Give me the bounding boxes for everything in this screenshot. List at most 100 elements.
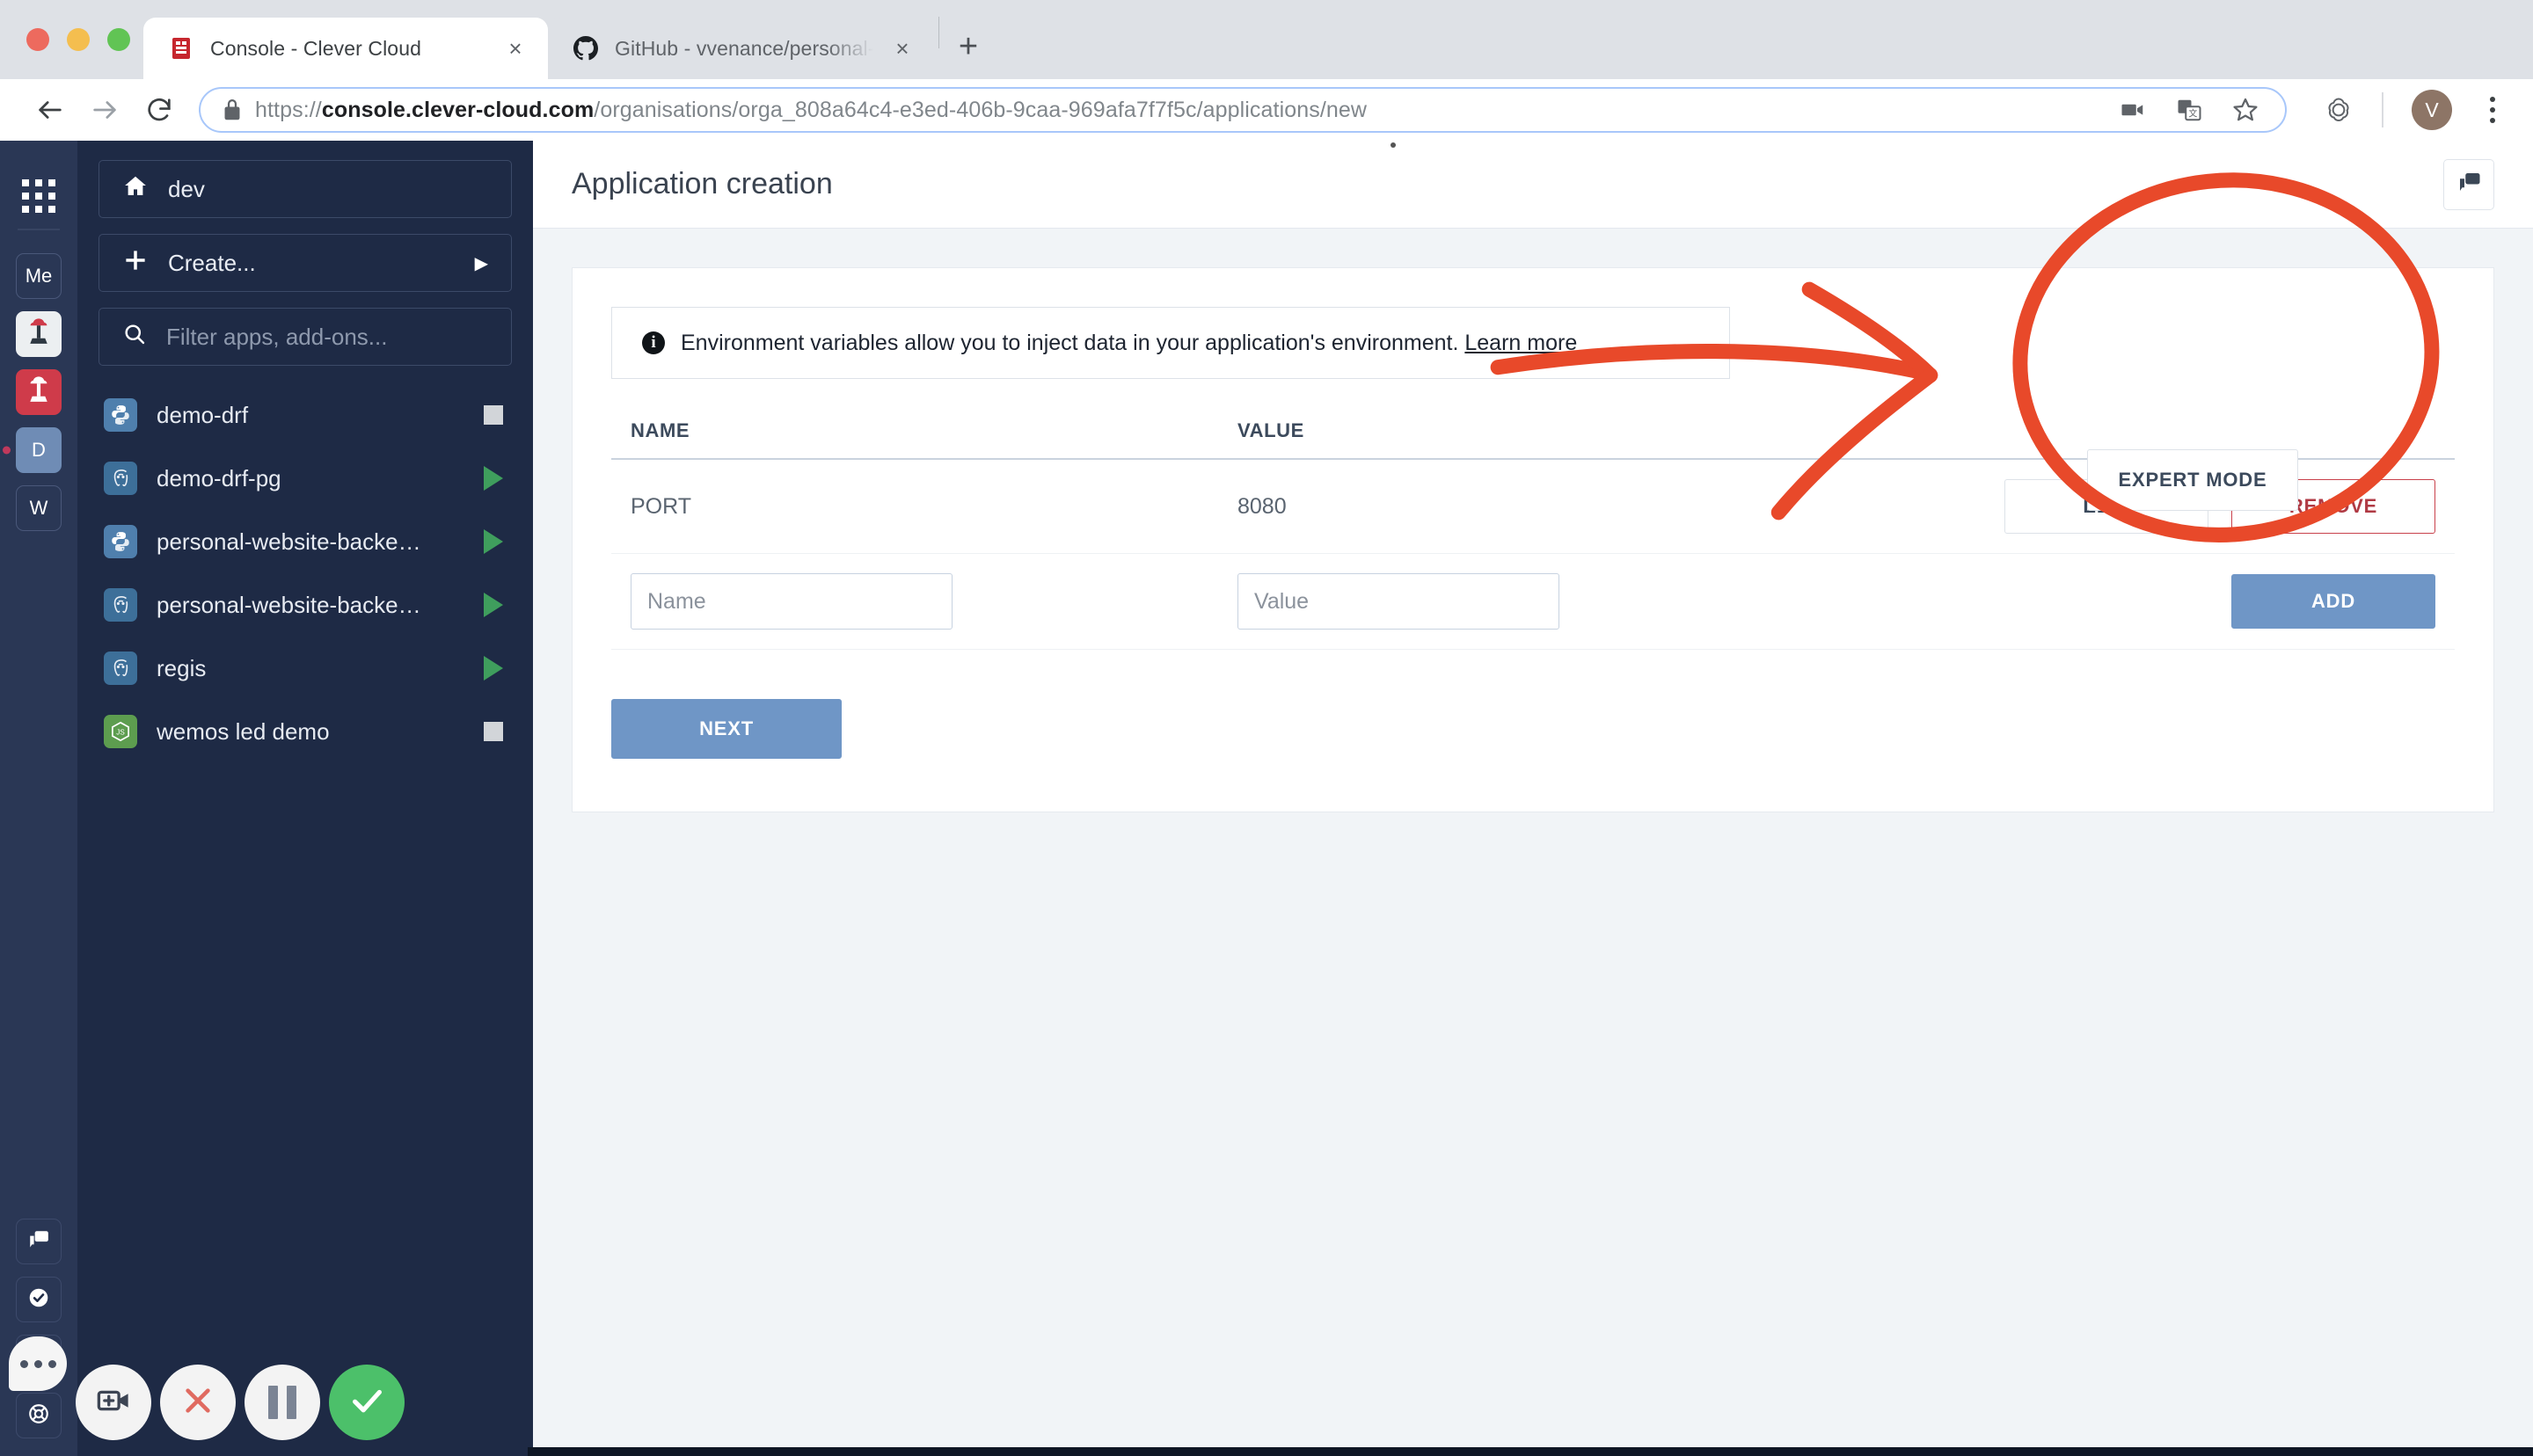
support-chat-button[interactable] [2443, 158, 2494, 210]
new-env-value-input[interactable]: Value [1237, 573, 1559, 630]
env-var-value: 8080 [1237, 493, 1287, 519]
rail-status-button[interactable] [16, 1277, 62, 1322]
active-indicator-dot [3, 446, 11, 455]
next-button[interactable]: NEXT [611, 699, 842, 759]
reload-button[interactable] [132, 83, 186, 137]
sidebar-create-button[interactable]: Create... ▶ [99, 234, 512, 292]
rail-me-button[interactable]: Me [16, 253, 62, 299]
info-icon: i [642, 331, 665, 354]
add-button[interactable]: ADD [2231, 574, 2435, 629]
omnibox-actions: 文 [2118, 95, 2269, 125]
avatar[interactable]: V [2412, 90, 2452, 130]
check-circle-icon [27, 1286, 50, 1314]
list-item[interactable]: personal-website-backe… [99, 573, 512, 637]
horizontal-scrollbar[interactable] [528, 1447, 2533, 1456]
clever-cloud-logo-icon [26, 375, 52, 410]
learn-more-link[interactable]: Learn more [1464, 331, 1577, 355]
list-item[interactable]: JS wemos led demo [99, 700, 512, 763]
close-icon [179, 1382, 216, 1423]
info-banner-text: Environment variables allow you to injec… [681, 331, 1577, 356]
table-new-row: Name Value ADD [611, 554, 2455, 650]
browser-extensions: V [2304, 90, 2510, 130]
chevron-right-icon: ▶ [474, 253, 488, 273]
apps-grid-icon[interactable] [22, 179, 55, 213]
sidebar-app-name: wemos led demo [157, 717, 330, 745]
recording-confirm-button[interactable] [329, 1365, 405, 1440]
header-nub [1391, 142, 1396, 148]
close-window-button[interactable] [26, 28, 49, 51]
recording-more-button[interactable] [9, 1336, 67, 1391]
rail-divider [18, 229, 60, 230]
browser-tab-console[interactable]: Console - Clever Cloud × [143, 18, 548, 79]
recording-add-clip-button[interactable] [76, 1365, 151, 1440]
pause-icon [268, 1386, 296, 1419]
close-icon[interactable]: × [502, 37, 529, 60]
openai-extension-icon[interactable] [2324, 95, 2354, 125]
main-content: Application creation i Environment varia… [533, 141, 2533, 1456]
translate-icon[interactable]: 文 [2174, 95, 2204, 125]
list-item[interactable]: personal-website-backe… [99, 510, 512, 573]
content-header: Application creation [533, 141, 2533, 229]
sidebar-app-name: demo-drf-pg [157, 464, 281, 491]
recording-pause-button[interactable] [245, 1365, 320, 1440]
url-text: https://console.clever-cloud.com/organis… [255, 97, 1368, 122]
content-body: i Environment variables allow you to inj… [533, 229, 2533, 1456]
minimize-window-button[interactable] [67, 28, 90, 51]
new-env-name-input[interactable]: Name [631, 573, 953, 630]
rail-item-label: W [29, 497, 48, 519]
organisation-rail: Me D W [0, 141, 77, 1456]
chat-icon [27, 1228, 50, 1256]
back-button[interactable] [23, 83, 77, 137]
rail-support-button[interactable] [16, 1393, 62, 1438]
address-bar[interactable]: https://console.clever-cloud.com/organis… [199, 87, 2287, 133]
browser-tab-github[interactable]: GitHub - vvenance/personal-w × [548, 18, 935, 79]
check-icon [347, 1380, 387, 1425]
status-stopped-icon [480, 722, 507, 741]
browser-menu-button[interactable] [2475, 97, 2510, 123]
tab-strip: Console - Clever Cloud × GitHub - vvenan… [0, 0, 2533, 79]
clever-cloud-logo-icon [26, 317, 52, 352]
rail-org-red-button[interactable] [16, 369, 62, 415]
forward-button[interactable] [77, 83, 132, 137]
maximize-window-button[interactable] [107, 28, 130, 51]
sidebar-filter-input[interactable]: Filter apps, add-ons... [99, 308, 512, 366]
chat-bubbles-icon [2456, 169, 2482, 200]
rail-item-label: Me [25, 265, 53, 287]
status-running-icon [480, 593, 507, 617]
video-camera-icon[interactable] [2118, 95, 2148, 125]
new-value-cell: Value [1237, 573, 1888, 630]
toolbar-separator [2382, 92, 2383, 127]
tab-title: Console - Clever Cloud [210, 36, 421, 60]
recording-cancel-button[interactable] [160, 1365, 236, 1440]
rail-org-white-button[interactable] [16, 311, 62, 357]
rail-org-dev-button[interactable]: D [3, 427, 62, 473]
info-banner-message: Environment variables allow you to injec… [681, 330, 1459, 355]
postgresql-icon [104, 462, 137, 495]
rail-chat-button[interactable] [16, 1219, 62, 1264]
list-item[interactable]: regis [99, 637, 512, 700]
wizard-actions: NEXT [611, 650, 2455, 759]
page-title: Application creation [572, 167, 833, 200]
clever-cloud-icon [168, 35, 194, 62]
sidebar-app-name: regis [157, 654, 207, 681]
nodejs-icon: JS [104, 715, 137, 748]
status-stopped-icon [480, 405, 507, 425]
rail-org-w-button[interactable]: W [16, 485, 62, 531]
tab-separator [938, 17, 939, 48]
sidebar-org-home[interactable]: dev [99, 160, 512, 218]
bookmark-star-icon[interactable] [2230, 95, 2260, 125]
browser-window: Console - Clever Cloud × GitHub - vvenan… [0, 0, 2533, 1456]
close-icon[interactable]: × [889, 37, 916, 60]
list-item[interactable]: demo-drf [99, 383, 512, 447]
svg-text:文: 文 [2188, 108, 2197, 120]
sidebar-app-name: personal-website-backe… [157, 528, 421, 555]
new-tab-button[interactable]: + [943, 21, 994, 72]
plus-icon [122, 247, 149, 280]
status-running-icon [480, 466, 507, 491]
new-name-cell: Name [631, 573, 1237, 630]
expert-mode-button[interactable]: EXPERT MODE [2087, 449, 2298, 511]
new-row-actions: ADD [1888, 574, 2435, 629]
postgresql-icon [104, 588, 137, 622]
sidebar-filter-placeholder: Filter apps, add-ons... [166, 323, 388, 350]
list-item[interactable]: demo-drf-pg [99, 447, 512, 510]
